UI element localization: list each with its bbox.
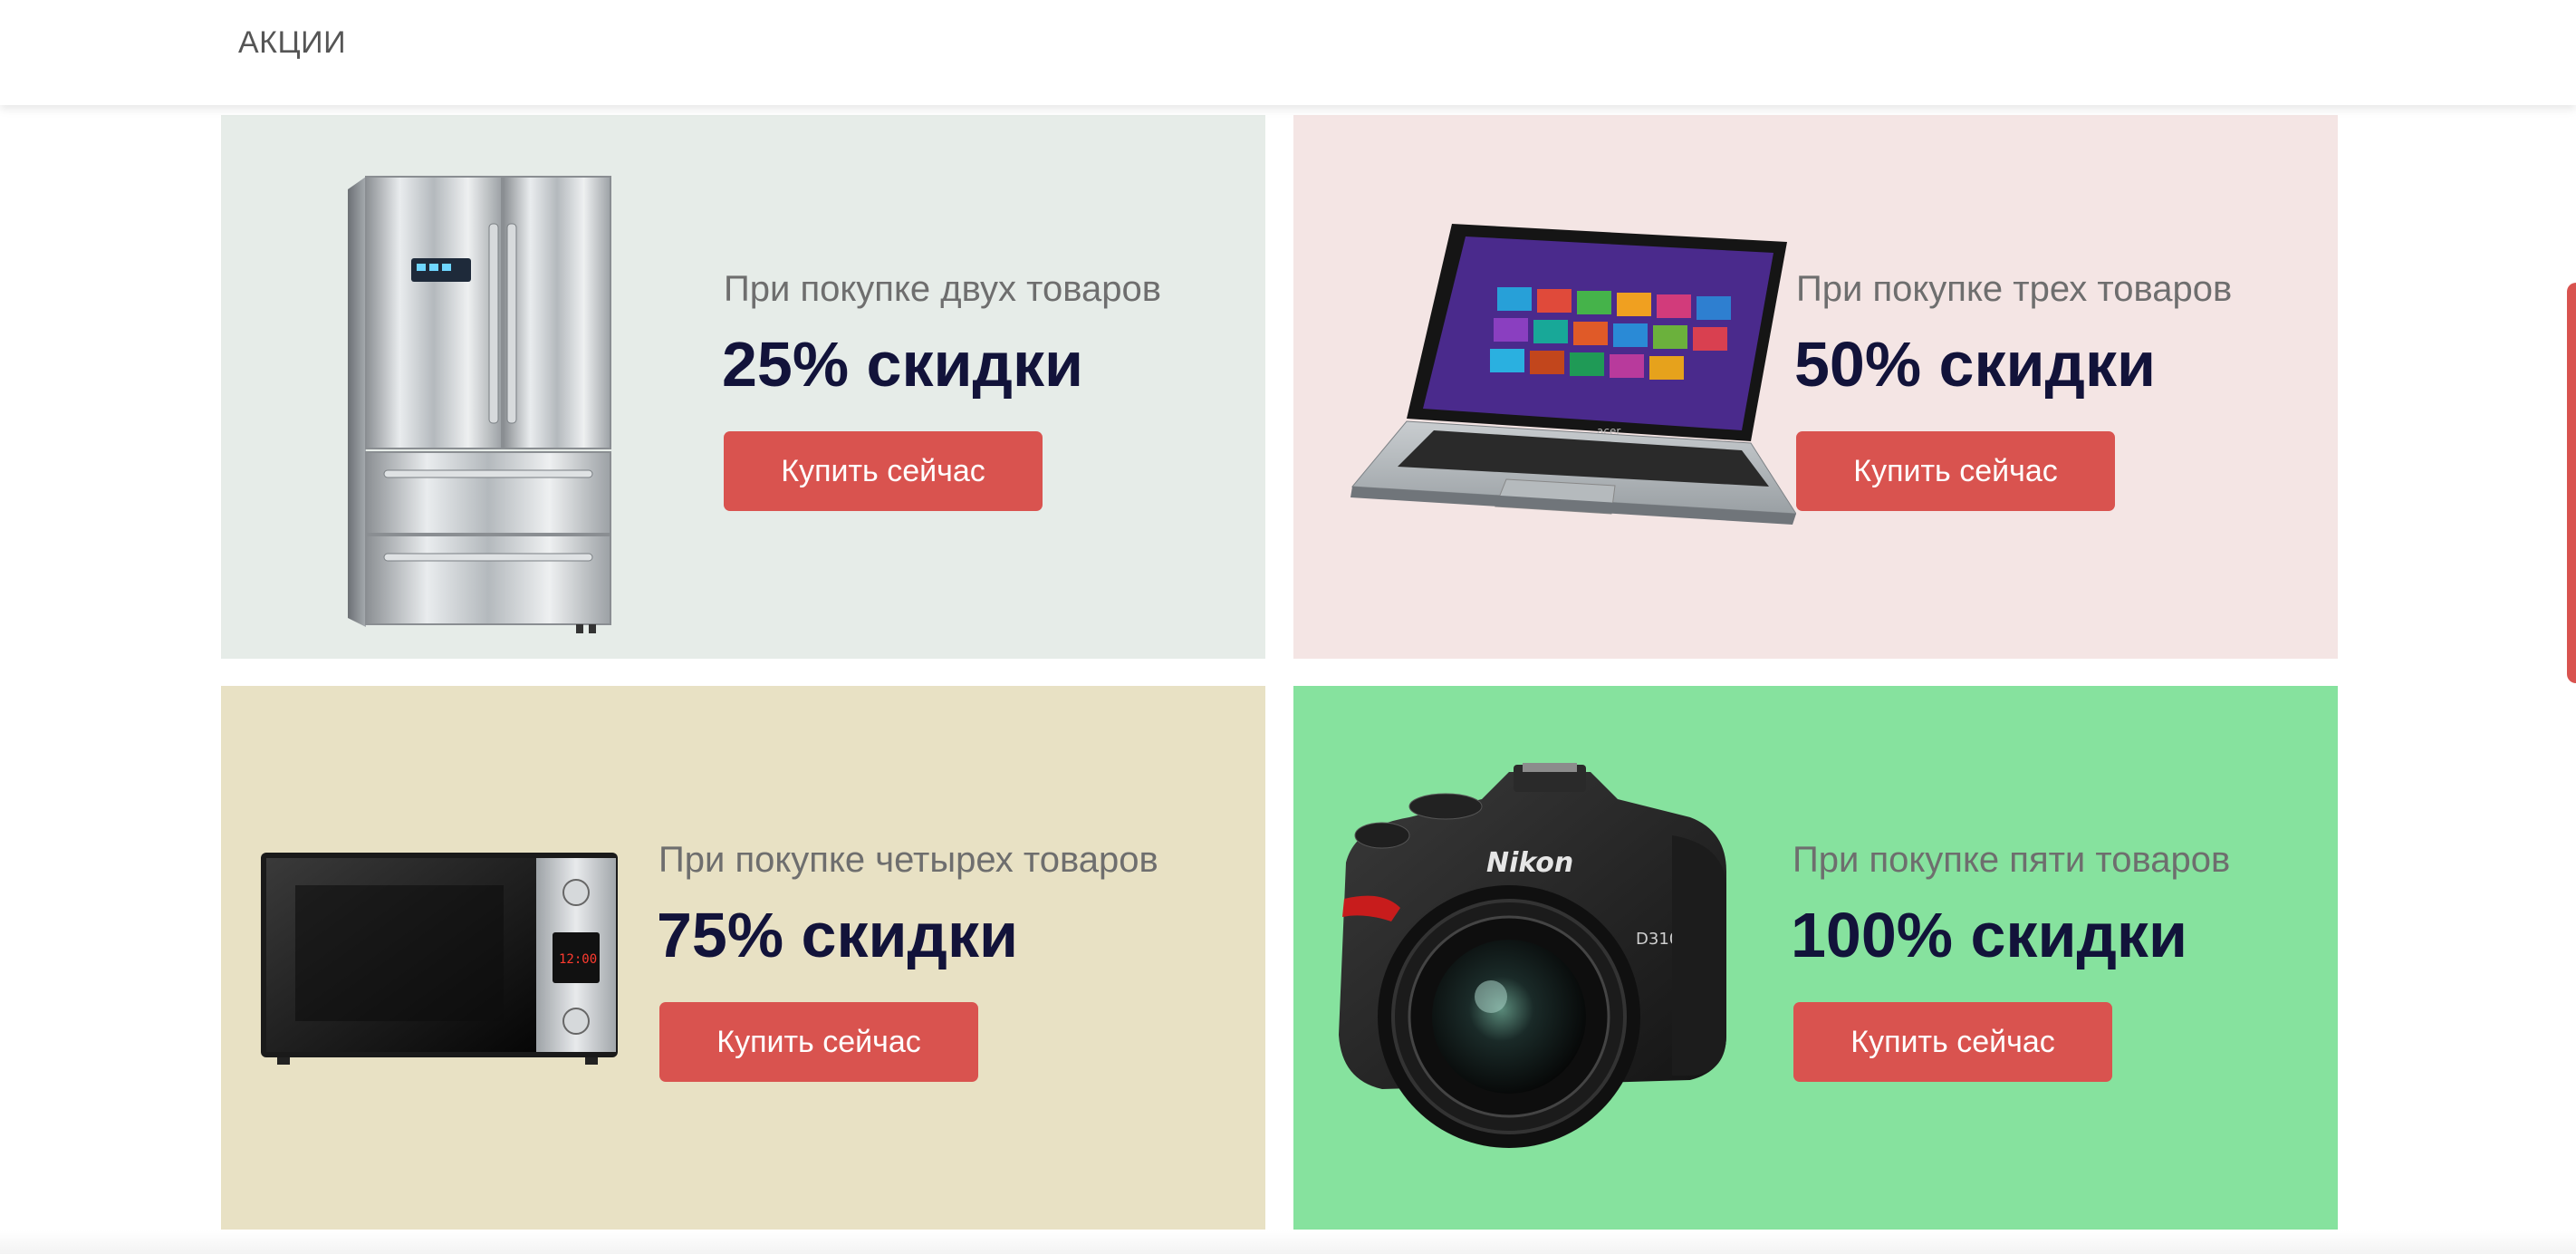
header-bar: АКЦИИ [0, 0, 2576, 105]
svg-text:12:00: 12:00 [559, 952, 597, 967]
section-title: АКЦИИ [238, 25, 347, 60]
promo-subtitle: При покупке двух товаров [724, 269, 1162, 309]
promo-subtitle: При покупке пяти товаров [1793, 840, 2231, 880]
promo-discount: 100% скидки [1791, 900, 2187, 970]
buy-now-button[interactable]: Купить сейчас [724, 431, 1043, 511]
buy-now-button[interactable]: Купить сейчас [1796, 431, 2115, 511]
side-feedback-tab[interactable] [2567, 283, 2576, 683]
promo-subtitle: При покупке трех товаров [1796, 269, 2233, 309]
promo-subtitle: При покупке четырех товаров [658, 840, 1158, 880]
promo-discount: 25% скидки [722, 329, 1084, 400]
promo-card-camera: Nikon D3100 При покупке пяти товаров 100… [1293, 686, 2338, 1230]
buy-now-button[interactable]: Купить сейчас [1793, 1002, 2112, 1082]
buy-now-button[interactable]: Купить сейчас [659, 1002, 978, 1082]
camera-icon: Nikon D3100 [1339, 763, 1726, 1148]
laptop-icon: acer [1350, 224, 1796, 525]
page-bottom-edge [0, 1230, 2576, 1254]
promo-card-microwave: 12:00 При покупке четырех товаров 75% ск… [221, 686, 1265, 1230]
camera-brand-logo: Nikon [1486, 847, 1573, 879]
microwave-icon: 12:00 [261, 853, 618, 1065]
promo-discount: 50% скидки [1794, 329, 2157, 400]
promo-discount: 75% скидки [657, 900, 1019, 970]
promo-card-laptop: acer При покупке трех товаров 50% скидки… [1293, 115, 2338, 659]
promo-card-fridge: При покупке двух товаров 25% скидки Купи… [221, 115, 1265, 659]
refrigerator-icon [348, 176, 611, 633]
